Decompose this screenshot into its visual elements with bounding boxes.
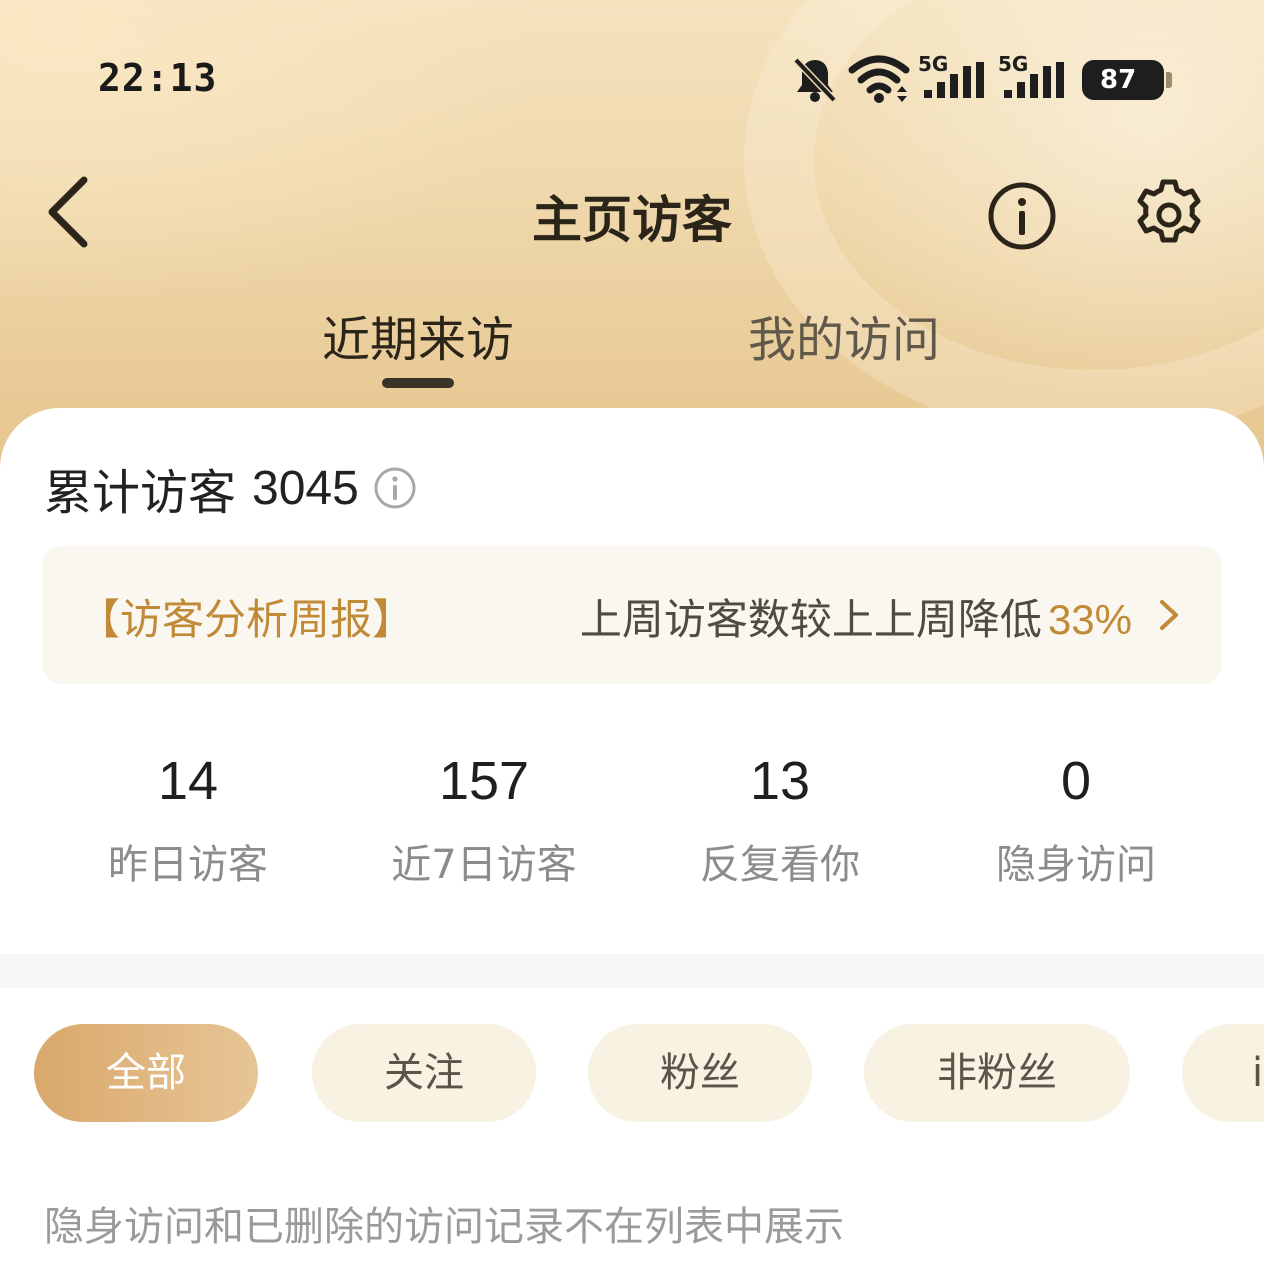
chevron-right-icon bbox=[1160, 600, 1178, 630]
stat-7day-visitors[interactable]: 157 近7日访客 bbox=[334, 746, 634, 890]
stat-label: 反复看你 bbox=[700, 842, 860, 888]
status-bar: 22:13 5G 5G 87 bbox=[0, 0, 1264, 150]
battery-level: 87 bbox=[1100, 65, 1137, 95]
visitor-page: 22:13 5G 5G 87 主页访客 近期来访 我的访问 累计访客 3045 … bbox=[0, 0, 1264, 1265]
stat-value: 14 bbox=[157, 751, 219, 811]
page-title: 主页访客 bbox=[532, 191, 732, 249]
filter-chip-fans[interactable]: 粉丝 bbox=[588, 1024, 812, 1122]
wifi-icon bbox=[848, 55, 910, 103]
stat-value: 0 bbox=[1060, 751, 1092, 811]
hidden-visits-notice: 隐身访问和已删除的访问记录不在列表中展示 bbox=[44, 1204, 844, 1250]
stat-value: 157 bbox=[438, 751, 530, 811]
gear-icon bbox=[1137, 179, 1201, 243]
stat-label: 隐身访问 bbox=[996, 842, 1156, 888]
signal-5g-icon: 5G bbox=[998, 52, 1068, 104]
tab-my-visits[interactable]: 我的访问 bbox=[716, 300, 972, 370]
weekly-report-text: 上周访客数较上上周降低 33% bbox=[580, 586, 1132, 647]
stat-repeat-viewers[interactable]: 13 反复看你 bbox=[630, 746, 930, 890]
stat-label: 近7日访客 bbox=[391, 842, 577, 888]
stat-value: 13 bbox=[749, 751, 811, 811]
tab-recent-visits[interactable]: 近期来访 bbox=[290, 300, 546, 370]
back-button[interactable] bbox=[38, 172, 98, 252]
stat-label: 昨日访客 bbox=[108, 842, 268, 888]
filter-chip-all[interactable]: 全部 bbox=[34, 1024, 258, 1122]
battery-icon: 87 bbox=[1082, 60, 1164, 100]
stat-hidden-visits[interactable]: 0 隐身访问 bbox=[926, 746, 1226, 890]
battery-tip bbox=[1166, 72, 1172, 88]
section-divider bbox=[0, 954, 1264, 988]
tab-active-indicator bbox=[382, 378, 454, 388]
bell-muted-icon bbox=[793, 57, 837, 103]
weekly-report-tag: 【访客分析周报】 bbox=[78, 595, 415, 644]
total-visitors-label: 累计访客 bbox=[44, 465, 237, 521]
weekly-report-percent: 33% bbox=[1047, 596, 1132, 643]
filter-chip-non-fans[interactable]: 非粉丝 bbox=[864, 1024, 1130, 1122]
weekly-report-banner[interactable]: 【访客分析周报】 上周访客数较上上周降低 33% bbox=[42, 546, 1222, 684]
total-visitors-value: 3045 bbox=[252, 461, 359, 515]
filter-chip-following[interactable]: 关注 bbox=[312, 1024, 536, 1122]
stat-yesterday-visitors[interactable]: 14 昨日访客 bbox=[38, 746, 338, 890]
info-icon[interactable] bbox=[373, 466, 417, 510]
info-button[interactable] bbox=[984, 178, 1060, 254]
total-visitors-row: 累计访客 3045 bbox=[44, 456, 417, 521]
chevron-left-icon bbox=[48, 176, 88, 248]
weekly-report-summary: 上周访客数较上上周降低 bbox=[579, 595, 1042, 644]
signal-5g-icon: 5G bbox=[918, 52, 988, 104]
settings-button[interactable] bbox=[1130, 176, 1208, 254]
info-icon bbox=[988, 182, 1056, 250]
status-time: 22:13 bbox=[98, 56, 218, 100]
